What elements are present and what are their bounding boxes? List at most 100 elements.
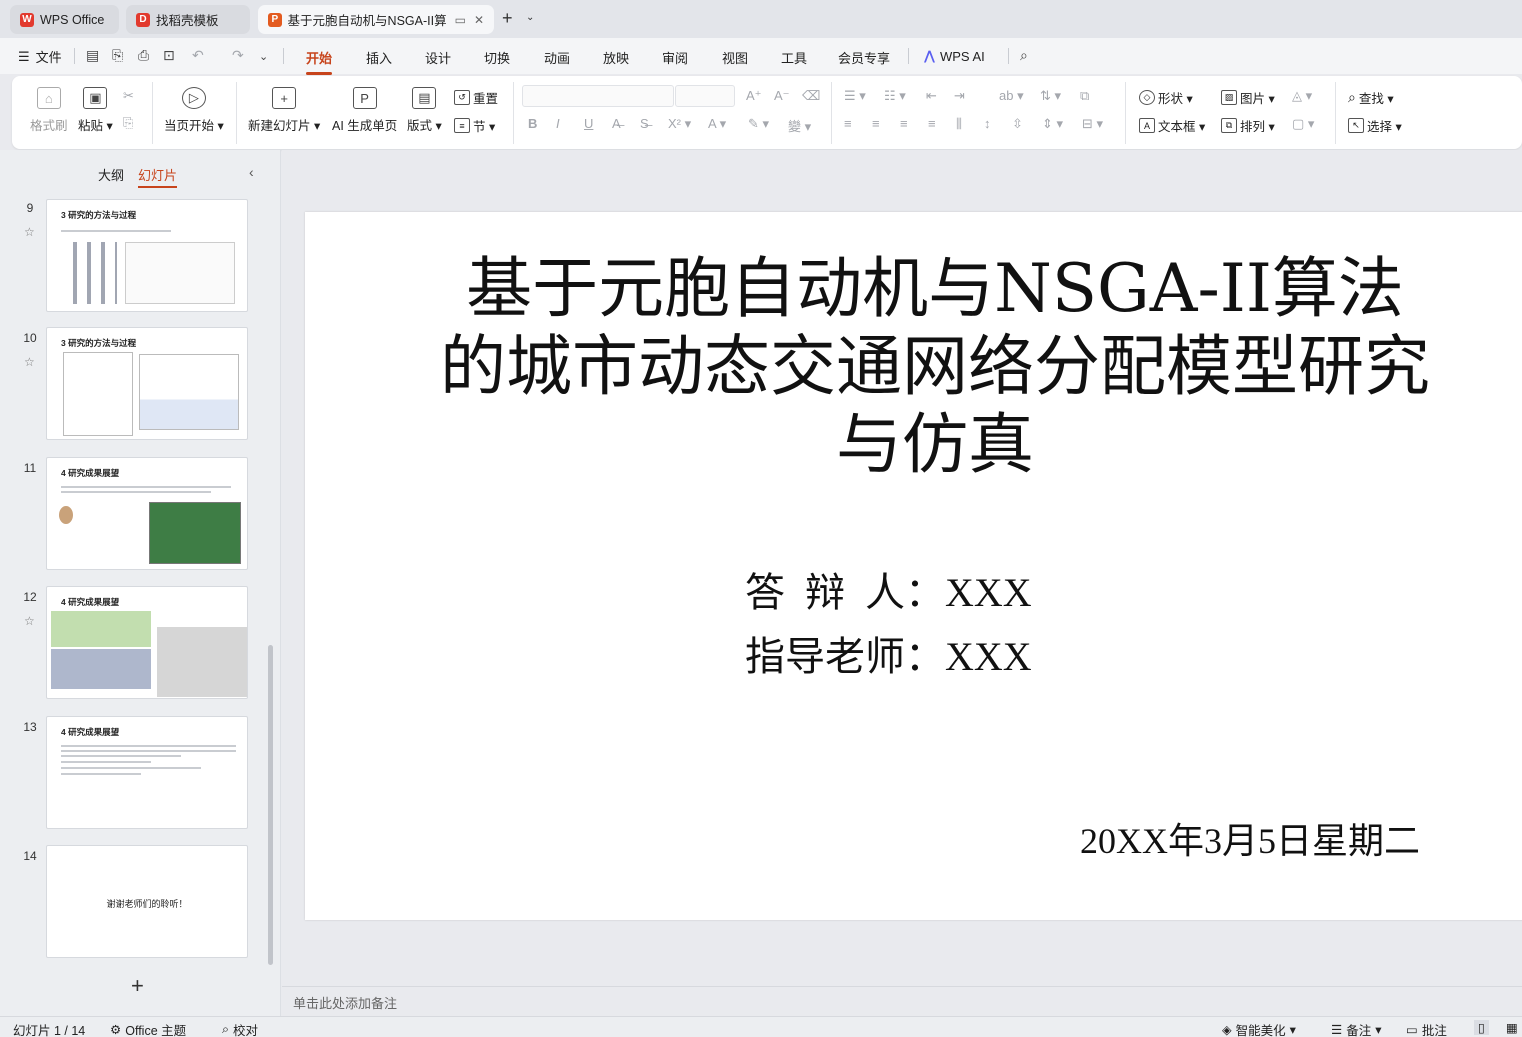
file-menu[interactable]: ☰ 文件 <box>18 47 62 66</box>
layout-button[interactable]: ▤ 版式 ▾ <box>407 87 442 134</box>
copy-icon[interactable]: ⎘ <box>123 115 133 131</box>
highlight-icon[interactable]: ✎ ▾ <box>748 116 769 132</box>
star-icon[interactable]: ☆ <box>24 614 35 628</box>
line-spacing-icon[interactable]: ↕ <box>984 116 991 131</box>
add-slide-icon[interactable]: + <box>131 973 144 999</box>
slide-date[interactable]: 20XX年3月5日星期二 <box>1080 812 1420 864</box>
arrange-button[interactable]: ⧉ 排列 ▾ <box>1221 116 1275 135</box>
shadow-text-icon[interactable]: S̶ <box>640 116 649 131</box>
increase-indent-icon[interactable]: ⇥ <box>954 88 965 104</box>
tab-wps-office[interactable]: W WPS Office <box>10 5 119 34</box>
slide-title[interactable]: 基于元胞自动机与NSGA-II算法的城市动态交通网络分配模型研究与仿真 <box>435 250 1435 484</box>
proofread-button[interactable]: ⌕ 校对 <box>222 1020 258 1037</box>
print-icon[interactable]: ⎙ <box>138 47 149 64</box>
strikethrough-icon[interactable]: A̶ <box>612 116 621 131</box>
notes-toggle-button[interactable]: ☰ 备注 ▾ <box>1331 1020 1382 1037</box>
find-button[interactable]: ⌕ 查找 ▾ <box>1348 88 1394 107</box>
print-preview-icon[interactable]: ⊡ <box>163 47 175 64</box>
align-center-icon[interactable]: ≡ <box>872 116 880 131</box>
justify-icon[interactable]: ≡ <box>928 116 936 131</box>
decrease-font-icon[interactable]: A⁻ <box>774 88 790 104</box>
slide-thumbnail-13[interactable]: 4 研究成果展望 <box>46 716 248 829</box>
tab-design[interactable]: 设计 <box>425 48 451 67</box>
tab-current-presentation[interactable]: P 基于元胞自动机与NSGA-II算 ▭ ✕ <box>258 5 494 34</box>
slide-thumbnail-12[interactable]: 4 研究成果展望 <box>46 586 248 699</box>
undo-icon[interactable]: ↶ <box>192 47 204 64</box>
fill-icon[interactable]: ◬ ▾ <box>1292 88 1312 104</box>
new-slide-button[interactable]: + 新建幻灯片 ▾ <box>248 87 320 134</box>
tab-tools[interactable]: 工具 <box>781 48 807 67</box>
save-icon[interactable]: ▤ <box>86 47 99 64</box>
tab-animations[interactable]: 动画 <box>544 48 570 67</box>
reset-button[interactable]: ↺ 重置 <box>454 88 498 107</box>
chevron-down-icon[interactable]: ⌄ <box>526 12 534 23</box>
vertical-align-icon[interactable]: ⇕ ▾ <box>1042 116 1063 132</box>
comments-button[interactable]: ▭ 批注 <box>1406 1020 1447 1037</box>
ai-single-page-button[interactable]: P AI 生成单页 <box>332 87 397 134</box>
decrease-indent-icon[interactable]: ⇤ <box>926 88 937 104</box>
slide-thumbnail-14[interactable]: 谢谢老师们的聆听！ <box>46 845 248 958</box>
normal-view-icon[interactable]: ▯ <box>1474 1020 1489 1035</box>
underline-icon[interactable]: U <box>584 116 593 131</box>
format-painter-button[interactable]: ⌂ 格式刷 <box>30 87 68 134</box>
new-tab-icon[interactable]: + <box>502 8 513 29</box>
tab-view[interactable]: 视图 <box>722 48 748 67</box>
export-icon[interactable]: ⎘ <box>112 47 123 64</box>
sort-icon[interactable]: ⇅ ▾ <box>1040 88 1061 104</box>
panel-scrollbar[interactable] <box>268 645 273 965</box>
outline-tab[interactable]: 大纲 <box>98 165 124 188</box>
grid-view-icon[interactable]: ▦ <box>1506 1020 1518 1035</box>
star-icon[interactable]: ☆ <box>24 355 35 369</box>
slides-tab[interactable]: 幻灯片 <box>138 165 178 188</box>
current-slide[interactable]: 基于元胞自动机与NSGA-II算法的城市动态交通网络分配模型研究与仿真 答 辩 … <box>305 212 1522 920</box>
bold-icon[interactable]: B <box>528 116 537 131</box>
italic-icon[interactable]: I <box>556 116 560 131</box>
start-from-current-button[interactable]: ▷ 当页开始 ▾ <box>164 87 224 134</box>
slide-thumbnail-9[interactable]: 3 研究的方法与过程 <box>46 199 248 312</box>
tab-docer-templates[interactable]: D 找稻壳模板 <box>126 5 250 34</box>
text-direction-icon[interactable]: ab ▾ <box>999 88 1024 104</box>
smart-beautify-button[interactable]: ◈ 智能美化 ▾ <box>1222 1020 1296 1037</box>
textbox-button[interactable]: A 文本框 ▾ <box>1139 116 1205 135</box>
paragraph-spacing-icon[interactable]: ⇳ <box>1012 116 1023 132</box>
tab-home[interactable]: 开始 <box>306 48 333 75</box>
search-icon[interactable]: ⌕ <box>1020 47 1028 64</box>
cut-icon[interactable]: ✂ <box>123 88 134 104</box>
clear-format-icon[interactable]: ⌫ <box>802 88 820 104</box>
theme-button[interactable]: ⚙ Office 主题 <box>110 1020 186 1037</box>
select-button[interactable]: ↖ 选择 ▾ <box>1348 116 1402 135</box>
slide-thumbnail-10[interactable]: 3 研究的方法与过程 <box>46 327 248 440</box>
font-size-select[interactable] <box>675 85 735 107</box>
numbered-list-icon[interactable]: ☷ ▾ <box>884 88 906 104</box>
chevron-left-icon[interactable]: ‹ <box>249 164 254 180</box>
tab-insert[interactable]: 插入 <box>366 48 392 67</box>
font-family-select[interactable] <box>522 85 674 107</box>
distribute-icon[interactable]: ⫼ <box>956 116 962 132</box>
redo-icon[interactable]: ↷ <box>232 47 244 64</box>
close-icon[interactable]: ✕ <box>474 13 484 27</box>
columns-icon[interactable]: ⊟ ▾ <box>1082 116 1103 132</box>
section-button[interactable]: ≡ 节 ▾ <box>454 116 495 135</box>
align-left-icon[interactable]: ≡ <box>844 116 852 131</box>
tab-transitions[interactable]: 切换 <box>484 48 510 67</box>
star-icon[interactable]: ☆ <box>24 225 35 239</box>
tab-member[interactable]: 会员专享 <box>838 48 890 67</box>
picture-button[interactable]: ▨ 图片 ▾ <box>1221 88 1275 107</box>
notes-pane[interactable]: 单击此处添加备注 <box>282 986 1522 1016</box>
text-effect-icon[interactable]: 變 ▾ <box>788 116 811 135</box>
increase-font-icon[interactable]: A⁺ <box>746 88 762 104</box>
superscript-icon[interactable]: X² ▾ <box>668 116 691 132</box>
chevron-down-icon[interactable]: ⌄ <box>259 50 268 63</box>
align-right-icon[interactable]: ≡ <box>900 116 908 131</box>
presenter-line[interactable]: 答 辩 人：XXX <box>745 560 1032 618</box>
font-color-icon[interactable]: A ▾ <box>708 116 726 132</box>
convert-smartart-icon[interactable]: ⧉ <box>1080 88 1089 104</box>
tab-slideshow[interactable]: 放映 <box>603 48 629 67</box>
shape-button[interactable]: ◇ 形状 ▾ <box>1139 88 1193 107</box>
bullet-list-icon[interactable]: ☰ ▾ <box>844 88 866 104</box>
slide-thumbnail-11[interactable]: 4 研究成果展望 <box>46 457 248 570</box>
tab-review[interactable]: 审阅 <box>662 48 688 67</box>
advisor-line[interactable]: 指导老师：XXX <box>745 624 1032 682</box>
wps-ai-button[interactable]: ⋀ WPS AI <box>924 48 985 64</box>
outline-icon[interactable]: ▢ ▾ <box>1292 116 1314 132</box>
